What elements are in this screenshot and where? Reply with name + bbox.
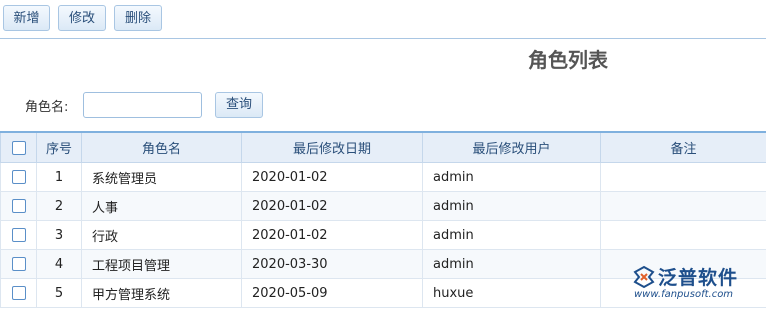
- table-row[interactable]: 2 人事 2020-01-02 admin: [0, 191, 766, 221]
- row-role-name: 甲方管理系统: [81, 278, 242, 308]
- row-modified-date: 2020-03-30: [241, 249, 423, 279]
- column-header-role-name[interactable]: 角色名: [81, 131, 242, 163]
- row-checkbox[interactable]: [11, 199, 26, 213]
- row-remark: [600, 191, 766, 221]
- row-modified-user: admin: [422, 191, 601, 221]
- row-remark: [600, 220, 766, 250]
- row-role-name: 行政: [81, 220, 242, 250]
- row-index: 5: [36, 278, 82, 308]
- column-header-index[interactable]: 序号: [36, 131, 82, 163]
- row-checkbox[interactable]: [11, 257, 26, 271]
- column-header-modified-date[interactable]: 最后修改日期: [241, 131, 423, 163]
- table-row[interactable]: 1 系统管理员 2020-01-02 admin: [0, 162, 766, 192]
- row-checkbox[interactable]: [11, 228, 26, 242]
- row-checkbox[interactable]: [11, 286, 26, 300]
- search-button[interactable]: 查询: [215, 92, 263, 118]
- row-modified-user: admin: [422, 162, 601, 192]
- row-modified-user: admin: [422, 249, 601, 279]
- row-index: 1: [36, 162, 82, 192]
- select-all-header[interactable]: [0, 131, 37, 163]
- row-modified-date: 2020-05-09: [241, 278, 423, 308]
- edit-button[interactable]: 修改: [58, 5, 106, 31]
- row-index: 3: [36, 220, 82, 250]
- toolbar: 新增 修改 删除: [0, 0, 766, 39]
- row-modified-date: 2020-01-02: [241, 191, 423, 221]
- role-name-search-input[interactable]: [83, 92, 202, 118]
- row-checkbox[interactable]: [11, 170, 26, 184]
- row-modified-date: 2020-01-02: [241, 162, 423, 192]
- add-button[interactable]: 新增: [3, 5, 50, 31]
- delete-button[interactable]: 删除: [114, 5, 162, 31]
- row-index: 2: [36, 191, 82, 221]
- row-role-name: 人事: [81, 191, 242, 221]
- row-remark: [600, 162, 766, 192]
- row-modified-user: huxue: [422, 278, 601, 308]
- table-header-row: 序号 角色名 最后修改日期 最后修改用户 备注: [0, 131, 766, 163]
- page-title: 角色列表: [528, 48, 608, 72]
- brand-logo-icon: [633, 265, 655, 289]
- brand-url: www.fanpusoft.com: [634, 289, 734, 300]
- column-header-modified-user[interactable]: 最后修改用户: [422, 131, 601, 163]
- column-header-remark[interactable]: 备注: [600, 131, 766, 163]
- brand-name: 泛普软件: [658, 267, 739, 289]
- row-role-name: 工程项目管理: [81, 249, 242, 279]
- role-name-label: 角色名:: [25, 100, 69, 115]
- row-modified-user: admin: [422, 220, 601, 250]
- row-modified-date: 2020-01-02: [241, 220, 423, 250]
- select-all-checkbox[interactable]: [11, 140, 26, 155]
- table-row[interactable]: 3 行政 2020-01-02 admin: [0, 220, 766, 250]
- row-index: 4: [36, 249, 82, 279]
- brand-watermark: 泛普软件 www.fanpusoft.com: [632, 263, 756, 301]
- row-role-name: 系统管理员: [81, 162, 242, 192]
